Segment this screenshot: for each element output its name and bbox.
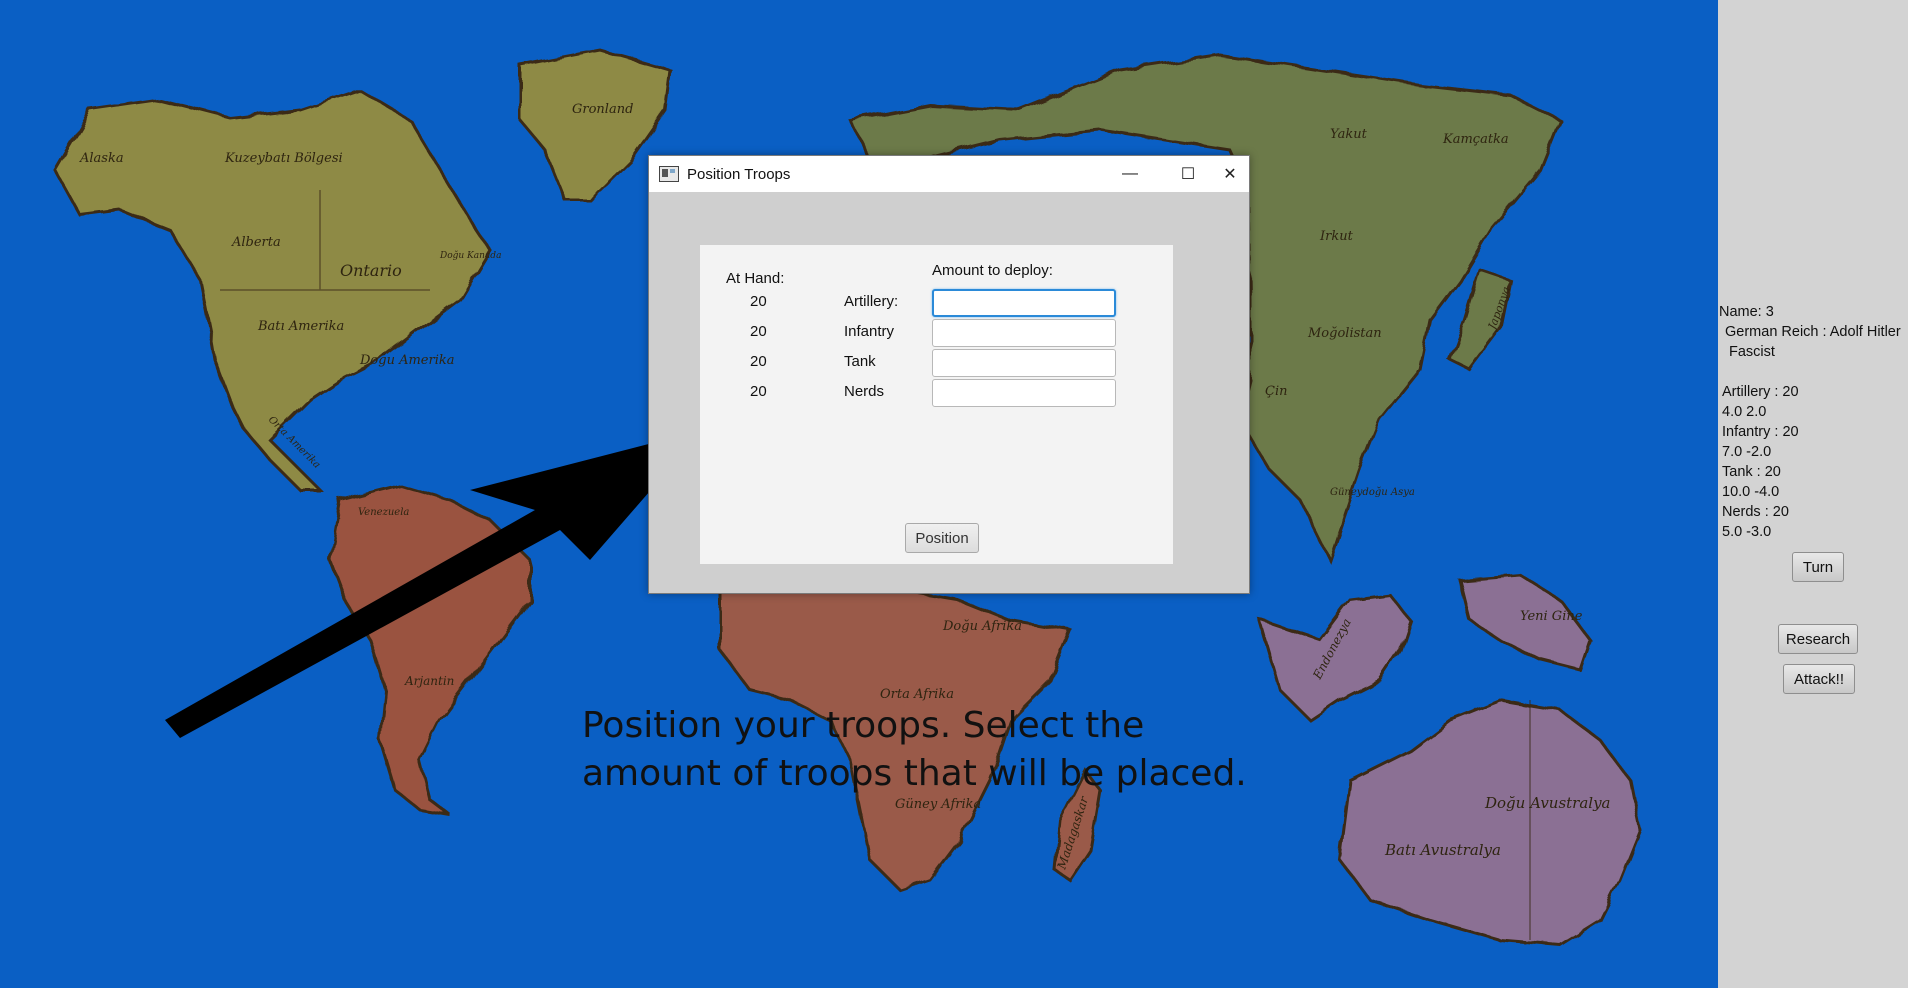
artillery-label: Artillery: xyxy=(844,293,899,310)
map-label: Arjantin xyxy=(404,674,454,688)
app-window-icon xyxy=(659,166,679,182)
nerds-stats: 5.0 -3.0 xyxy=(1722,524,1772,540)
dialog-titlebar[interactable]: Position Troops — ☐ ✕ xyxy=(649,156,1249,192)
infantry-stats: 7.0 -2.0 xyxy=(1722,444,1772,460)
instruction-line: amount of troops that will be placed. xyxy=(582,753,1247,794)
deploy-form: At Hand: Amount to deploy: 20 Artillery:… xyxy=(700,245,1173,564)
map-label: Yeni Gine xyxy=(1520,609,1583,624)
tank-stats: 10.0 -4.0 xyxy=(1722,484,1780,500)
map-label: Batı Amerika xyxy=(257,319,344,334)
tutorial-instruction: Position your troops. Select the amount … xyxy=(582,702,1302,798)
map-label: Orta Afrika xyxy=(880,687,954,702)
dialog-title: Position Troops xyxy=(687,165,791,183)
map-label: Doğu Amerika xyxy=(359,353,455,368)
australia-landmass[interactable] xyxy=(1338,698,1642,947)
research-button[interactable]: Research xyxy=(1778,624,1858,654)
map-label: Kuzeybatı Bölgesi xyxy=(224,151,343,166)
map-label: Alaska xyxy=(79,151,124,166)
infantry-amount-input[interactable] xyxy=(932,319,1116,347)
infantry-count: 20 xyxy=(750,323,767,340)
player-nation: German Reich : Adolf Hitler xyxy=(1725,324,1901,340)
map-label: Batı Avustralya xyxy=(1384,841,1501,859)
attack-button[interactable]: Attack!! xyxy=(1783,664,1855,694)
map-label: Ontario xyxy=(340,261,402,280)
map-label: Alberta xyxy=(231,235,281,250)
artillery-amount-input[interactable] xyxy=(932,289,1116,317)
player-info-panel: Name: 3 German Reich : Adolf Hitler Fasc… xyxy=(1718,0,1908,988)
artillery-count: 20 xyxy=(750,293,767,310)
nerds-label: Nerds xyxy=(844,383,885,400)
minimize-icon[interactable]: — xyxy=(1101,156,1159,192)
player-ideology: Fascist xyxy=(1729,344,1775,360)
map-label: Irkut xyxy=(1319,229,1354,244)
nerds-stock: Nerds : 20 xyxy=(1722,504,1789,520)
nerds-count: 20 xyxy=(750,383,767,400)
close-icon[interactable]: ✕ xyxy=(1201,156,1259,192)
map-label: Doğu Kanada xyxy=(439,250,501,261)
tank-stock: Tank : 20 xyxy=(1722,464,1781,480)
tank-amount-input[interactable] xyxy=(932,349,1116,377)
map-label: Çin xyxy=(1265,384,1287,399)
map-label: Güney Afrika xyxy=(895,797,981,812)
map-label: Doğu Afrika xyxy=(942,619,1022,634)
instruction-line: Position your troops. Select the xyxy=(582,705,1145,746)
map-label: Doğu Avustralya xyxy=(1484,794,1611,812)
at-hand-header: At Hand: xyxy=(726,270,785,287)
position-button[interactable]: Position xyxy=(905,523,979,553)
map-label: Güneydoğu Asya xyxy=(1330,487,1415,498)
player-name: Name: 3 xyxy=(1719,304,1774,320)
map-label: Kamçatka xyxy=(1442,132,1509,147)
artillery-stats: 4.0 2.0 xyxy=(1722,404,1767,420)
amount-header: Amount to deploy: xyxy=(932,262,1053,279)
map-label: Venezuela xyxy=(358,507,409,518)
map-label: Yakut xyxy=(1330,127,1368,142)
turn-button[interactable]: Turn xyxy=(1792,552,1844,582)
position-troops-dialog: Position Troops — ☐ ✕ At Hand: Amount to… xyxy=(648,155,1250,594)
infantry-label: Infantry xyxy=(844,323,895,340)
infantry-stock: Infantry : 20 xyxy=(1722,424,1799,440)
artillery-stock: Artillery : 20 xyxy=(1722,384,1799,400)
map-label: Moğolistan xyxy=(1307,326,1382,341)
tank-count: 20 xyxy=(750,353,767,370)
tank-label: Tank xyxy=(844,353,876,370)
nerds-amount-input[interactable] xyxy=(932,379,1116,407)
south-america-landmass[interactable] xyxy=(328,483,532,817)
map-label: Gronland xyxy=(572,102,633,117)
